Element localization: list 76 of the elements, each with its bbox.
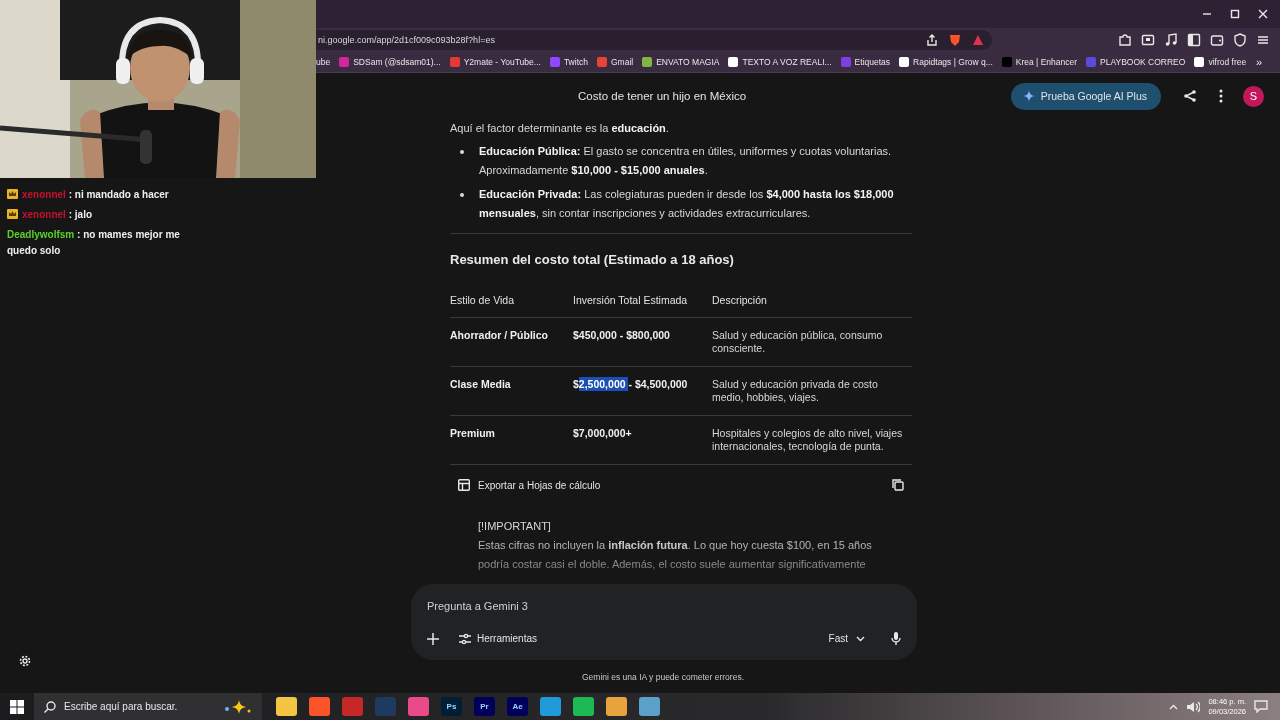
more-icon[interactable] [1219, 89, 1223, 103]
table-cell: $7,000,000+ [573, 416, 712, 465]
chat-message: xenonnel : ni mandado a hacer [7, 187, 207, 203]
bullet-icon [460, 150, 464, 154]
table-cell: Premium [450, 416, 573, 465]
triangle-icon[interactable] [972, 34, 984, 46]
add-icon[interactable] [427, 632, 439, 645]
list-item: Educación Pública: El gasto se concentra en útiles, uniformes y cuotas voluntarias. Aproximadamente $10,000 - $15,000 anuales. [479, 144, 893, 178]
bookmark[interactable]: Etiquetas [840, 57, 891, 67]
bookmark[interactable]: Rapidtags | Grow q... [899, 57, 993, 67]
bookmark[interactable]: Krea | Enhancer [1001, 57, 1078, 67]
settings-icon[interactable] [19, 655, 31, 667]
tools-button[interactable]: Herramientas [459, 632, 538, 645]
note-label: [!IMPORTANT] [478, 519, 552, 534]
section-heading: Resumen del costo total (Estimado a 18 años) [450, 251, 735, 269]
bookmark[interactable]: PLAYBOOK CORREO [1086, 57, 1186, 67]
windows-start-icon[interactable] [10, 699, 24, 714]
model-selector[interactable]: Fast [828, 633, 865, 644]
column-header: Inversión Total Estimada [573, 285, 712, 318]
table-icon [458, 479, 470, 491]
vpn-icon[interactable] [1233, 33, 1247, 47]
avatar[interactable]: S [1243, 85, 1264, 107]
taskbar-app-button[interactable]: Ae [507, 697, 528, 716]
bookmark[interactable]: Gmail [597, 57, 634, 67]
bullet-icon [460, 193, 464, 197]
more-bookmarks-button[interactable]: » [1255, 56, 1262, 68]
table-cell: Hospitales y colegios de alto nivel, viajes internacionales, tecnología de punta. [712, 416, 912, 465]
table-cell: $450,000 - $800,000 [573, 318, 712, 367]
address-bar[interactable]: ni.google.com/app/2d1cf009c093b28f?hl=es [316, 30, 992, 50]
list-item: Educación Privada: Las colegiaturas pueden ir desde los $4,000 hasta los $18,000 mensuales, sin contar inscripciones y actividades extracurriculares. [479, 187, 895, 221]
taskbar-app-button[interactable]: Pr [474, 697, 495, 716]
sidebar-icon[interactable] [1187, 33, 1201, 47]
chevron-up-icon[interactable] [1169, 703, 1179, 710]
sparkles-icon [222, 699, 252, 714]
window-icon[interactable] [1141, 33, 1155, 47]
taskbar-search[interactable]: Escribe aquí para buscar. [34, 693, 262, 720]
bookmark[interactable]: Y2mate - YouTube... [449, 57, 541, 67]
column-header: Descripción [712, 285, 912, 318]
bookmark[interactable]: vifrod free [1194, 57, 1247, 67]
close-icon[interactable] [1258, 9, 1268, 19]
chevron-down-icon [856, 635, 865, 642]
table-cell: Salud y educación pública, consumo consciente. [712, 318, 912, 367]
chat-message: Deadlywolfsm : no mames mejor me quedo solo [7, 228, 181, 258]
sliders-icon [459, 632, 471, 645]
conversation-title: Costo de tener un hijo en México [578, 90, 747, 102]
table-cell: Clase Media [450, 367, 573, 416]
share-icon[interactable] [1183, 89, 1197, 103]
paragraph: Aquí el factor determinante es la educación. [450, 121, 670, 136]
maximize-icon[interactable] [1230, 9, 1240, 19]
bookmark[interactable]: ENVATO MAGIA [642, 57, 720, 67]
bookmark[interactable]: Twitch [549, 57, 588, 67]
bookmark[interactable]: SDSam (@sdsam01)... [339, 57, 441, 67]
wallet-icon[interactable] [1210, 33, 1224, 47]
chat-message: xenonnel : jalo [7, 207, 207, 223]
table-cell: Ahorrador / Público [450, 318, 573, 367]
copy-icon[interactable] [892, 479, 904, 491]
music-note-icon[interactable] [1164, 33, 1178, 47]
puzzle-icon[interactable] [1118, 33, 1132, 47]
column-header: Estilo de Vida [450, 285, 573, 318]
search-icon [44, 700, 56, 713]
url-text: ni.google.com/app/2d1cf009c093b28f?hl=es [318, 35, 495, 45]
paragraph: Estas cifras no incluyen la inflación futura. Lo que hoy cuesta $100, en 15 años podría costar casi el doble. Además, el costo suele aumentar significativamente [478, 538, 873, 572]
speaker-icon[interactable] [1186, 700, 1201, 713]
export-button[interactable]: Exportar a Hojas de cálculo [458, 479, 601, 491]
bookmark[interactable]: ube [316, 57, 331, 67]
table-cell: Salud y educación privada de costo medio, hobbies, viajes. [712, 367, 912, 416]
prompt-field[interactable]: Pregunta a Gemini 3 [427, 598, 901, 614]
microphone-icon[interactable] [891, 632, 901, 645]
upgrade-button[interactable]: Prueba Google AI Plus [1010, 82, 1161, 110]
share-icon[interactable] [926, 34, 938, 46]
bookmark[interactable]: TEXTO A VOZ REALI... [728, 57, 832, 67]
menu-icon[interactable] [1256, 33, 1270, 47]
notification-icon[interactable] [1254, 700, 1268, 713]
disclaimer-text: Gemini es una IA y puede cometer errores. [580, 671, 746, 684]
taskbar-app-button[interactable]: Ps [441, 697, 462, 716]
sparkle-icon [1022, 90, 1035, 102]
